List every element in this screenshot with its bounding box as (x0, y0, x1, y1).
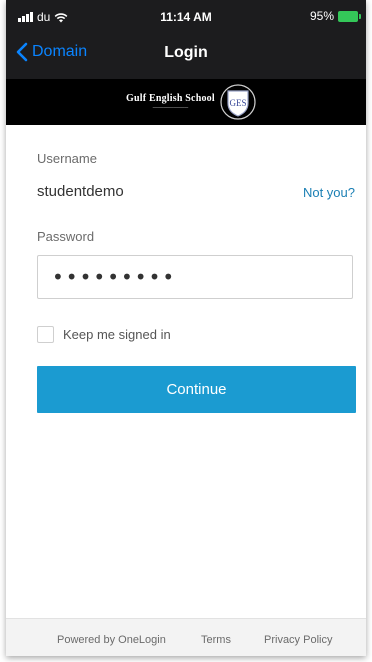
password-label: Password (37, 229, 95, 244)
privacy-policy-link[interactable]: Privacy Policy (264, 634, 332, 646)
logo-text: Gulf English School ────────── (126, 93, 215, 111)
keep-signed-in-label[interactable]: Keep me signed in (63, 327, 171, 342)
school-subtitle-decoration: ────────── (152, 105, 189, 111)
battery-icon (338, 10, 361, 22)
nav-bar: Domain Login (6, 30, 366, 79)
battery-percent: 95% (309, 9, 334, 23)
footer: Powered by OneLogin Terms Privacy Policy (6, 618, 366, 656)
username-label: Username (37, 151, 97, 166)
page-title: Login (164, 44, 208, 61)
school-logo: Gulf English School ────────── GES (126, 83, 258, 121)
keep-signed-in-checkbox[interactable] (37, 326, 54, 343)
powered-by-link[interactable]: Powered by OneLogin (57, 634, 166, 646)
not-you-link[interactable]: Not you? (303, 185, 355, 200)
school-name: Gulf English School (126, 93, 215, 104)
school-banner: Gulf English School ────────── GES (6, 79, 366, 125)
top-bar: du 11:14 AM 95% Domain Login (6, 0, 366, 79)
password-input[interactable]: ••••••••• (37, 255, 353, 299)
status-right: 95% (309, 9, 361, 23)
terms-link[interactable]: Terms (201, 634, 231, 646)
status-bar: du 11:14 AM 95% (6, 0, 366, 30)
username-value: studentdemo (37, 183, 124, 200)
app-window: du 11:14 AM 95% Domain Login Gulf Englis… (6, 0, 366, 656)
continue-button[interactable]: Continue (37, 366, 356, 413)
svg-text:GES: GES (229, 98, 246, 108)
school-crest-icon: GES (220, 84, 256, 120)
